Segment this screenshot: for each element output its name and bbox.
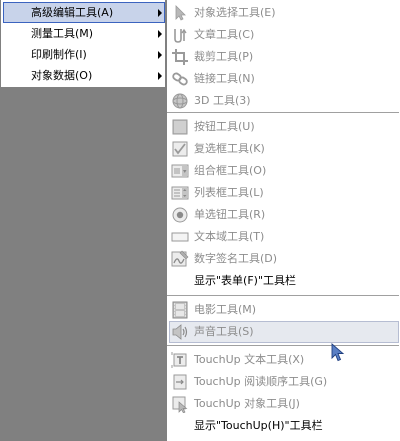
advanced-tools-parent-menu: 高级编辑工具(A) 测量工具(M) 印刷制作(I) 对象数据(O) (0, 0, 166, 88)
crop-icon (172, 49, 188, 65)
menu-item-3d-tool[interactable]: 3D 工具(3) (169, 90, 399, 112)
checkbox-tool-icon (172, 141, 188, 157)
movie-tool-icon (172, 301, 188, 319)
menu-item-crop-tool[interactable]: 裁剪工具(P) (169, 46, 399, 68)
touchup-text-icon (171, 352, 187, 368)
menu-item-movie-tool[interactable]: 电影工具(M) (169, 299, 399, 321)
menu-item-show-touchup-toolbar[interactable]: 显示"TouchUp(H)"工具栏 (169, 415, 399, 437)
advanced-editing-tools-submenu: 对象选择工具(E) 文章工具(C) 裁剪工具(P) 链接工具(N) 3D 工具(… (166, 0, 400, 441)
radio-tool-icon (172, 207, 188, 223)
link-icon (172, 72, 188, 86)
signature-tool-icon (171, 250, 189, 267)
menu-item-button-tool[interactable]: 按钮工具(U) (169, 116, 399, 138)
menu-item-label: 印刷制作(I) (31, 48, 87, 61)
touchup-object-icon (172, 396, 188, 413)
menu-item-measuring-tools[interactable]: 测量工具(M) (3, 23, 165, 44)
menu-separator (167, 295, 399, 297)
menu-item-checkbox-tool[interactable]: 复选框工具(K) (169, 138, 399, 160)
menu-item-advanced-editing-tools[interactable]: 高级编辑工具(A) (3, 2, 165, 23)
menu-item-digital-signature-tool[interactable]: 数字签名工具(D) (169, 248, 399, 270)
select-object-icon (175, 5, 186, 21)
mouse-cursor-icon (331, 343, 345, 362)
menu-item-link-tool[interactable]: 链接工具(N) (169, 68, 399, 90)
button-tool-icon (172, 119, 188, 135)
menu-item-label: 测量工具(M) (31, 27, 94, 40)
menu-item-label: 高级编辑工具(A) (31, 6, 114, 19)
menu-item-sound-tool[interactable]: 声音工具(S) (169, 321, 399, 343)
submenu-arrow-icon (158, 72, 162, 80)
menu-item-article-tool[interactable]: 文章工具(C) (169, 24, 399, 46)
menu-item-touchup-object-tool[interactable]: TouchUp 对象工具(J) (169, 393, 399, 415)
submenu-arrow-icon (158, 51, 162, 59)
menu-item-label: 对象数据(O) (31, 69, 93, 82)
menu-item-object-select-tool[interactable]: 对象选择工具(E) (169, 2, 399, 24)
menu-item-touchup-text-tool[interactable]: TouchUp 文本工具(X) (169, 349, 399, 371)
menu-item-show-forms-toolbar[interactable]: 显示"表单(F)"工具栏 (169, 270, 399, 292)
submenu-arrow-icon (158, 9, 162, 17)
menu-item-print-production[interactable]: 印刷制作(I) (3, 44, 165, 65)
sound-tool-icon (172, 324, 188, 340)
menu-item-object-data[interactable]: 对象数据(O) (3, 65, 165, 86)
menu-item-listbox-tool[interactable]: 列表框工具(L) (169, 182, 399, 204)
article-icon (174, 28, 187, 43)
menu-item-radio-tool[interactable]: 单选钮工具(R) (169, 204, 399, 226)
combobox-tool-icon (171, 164, 189, 178)
menu-separator (167, 345, 399, 347)
menu-item-touchup-reading-order-tool[interactable]: TouchUp 阅读顺序工具(G) (169, 371, 399, 393)
touchup-reading-order-icon (173, 374, 187, 390)
menu-item-combobox-tool[interactable]: 组合框工具(O) (169, 160, 399, 182)
menu-item-textfield-tool[interactable]: 文本域工具(T) (169, 226, 399, 248)
submenu-arrow-icon (158, 30, 162, 38)
menu-separator (167, 112, 399, 114)
textfield-tool-icon (171, 232, 189, 242)
3d-icon (172, 93, 188, 109)
listbox-tool-icon (171, 186, 189, 200)
